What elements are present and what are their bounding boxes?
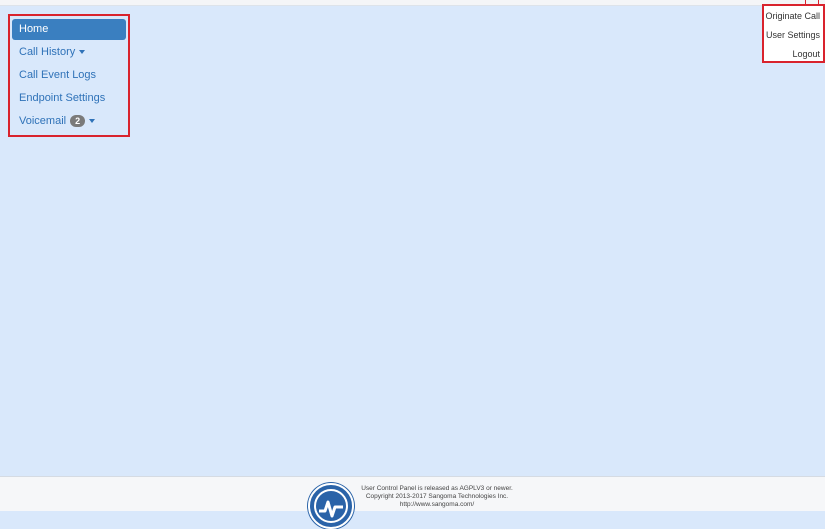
nav-item-endpoint-settings[interactable]: Endpoint Settings [12, 88, 126, 109]
user-dropdown-menu: Originate Call User Settings Logout [762, 4, 825, 63]
nav-item-label: Home [19, 23, 49, 35]
top-bar [0, 0, 825, 6]
voicemail-count-badge: 2 [70, 115, 86, 128]
nav-item-label: Call History [19, 46, 76, 58]
menu-item-logout[interactable]: Logout [764, 45, 823, 64]
nav-item-voicemail[interactable]: Voicemail 2 [12, 111, 126, 132]
nav-item-home[interactable]: Home [12, 19, 126, 40]
sidebar-nav: Home Call History Call Event Logs Endpoi… [8, 14, 130, 137]
sangoma-logo-icon [308, 483, 354, 529]
caret-down-icon [79, 50, 86, 55]
footer-text: User Control Panel is released as AGPLV3… [357, 485, 517, 509]
menu-item-originate-call[interactable]: Originate Call [764, 7, 823, 26]
footer-license: User Control Panel is released as AGPLV3… [361, 485, 513, 492]
footer-url[interactable]: http://www.sangoma.com/ [357, 501, 517, 509]
nav-item-call-history[interactable]: Call History [12, 42, 126, 63]
nav-item-label: Call Event Logs [19, 69, 97, 81]
nav-item-label: Endpoint Settings [19, 92, 106, 104]
caret-down-icon [89, 119, 96, 124]
nav-item-call-event-logs[interactable]: Call Event Logs [12, 65, 126, 86]
footer: User Control Panel is released as AGPLV3… [0, 476, 825, 529]
menu-item-user-settings[interactable]: User Settings [764, 26, 823, 45]
footer-copyright: Copyright 2013-2017 Sangoma Technologies… [365, 493, 509, 500]
nav-item-label: Voicemail [19, 115, 67, 127]
